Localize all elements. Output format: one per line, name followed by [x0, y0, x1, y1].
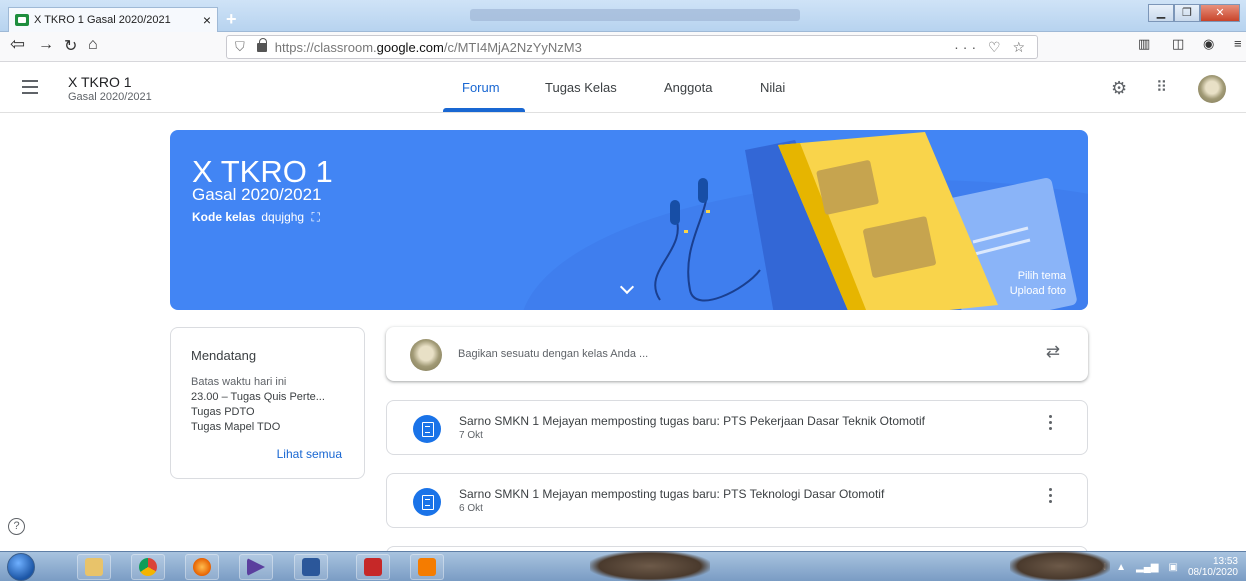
upcoming-item[interactable]: Tugas Mapel TDO [191, 421, 280, 433]
library-icon[interactable]: ▥ [1138, 36, 1150, 52]
upcoming-title: Mendatang [191, 348, 257, 363]
assignment-icon [413, 488, 441, 516]
select-theme-link[interactable]: Pilih tema [1018, 270, 1066, 282]
browser-nav-bar: ⇦ → ↻ ⌂ ⛉ https://classroom. google.com/c… [0, 32, 1246, 62]
gear-icon[interactable]: ⚙ [1111, 78, 1127, 99]
taskbar-word[interactable] [294, 554, 328, 580]
class-code-value: dqujghg [261, 210, 305, 224]
user-avatar [410, 339, 442, 371]
url-domain: google.com [376, 39, 444, 55]
upcoming-item[interactable]: Tugas PDTO [191, 406, 255, 418]
upcoming-item[interactable]: 23.00 – Tugas Quis Perte... [191, 391, 325, 403]
more-options-icon[interactable] [1049, 488, 1053, 506]
tab-nilai[interactable]: Nilai [760, 80, 785, 95]
forward-arrow-icon[interactable]: → [38, 36, 54, 54]
home-icon[interactable]: ⌂ [88, 36, 98, 54]
browser-tab-title: X TKRO 1 Gasal 2020/2021 [34, 14, 171, 26]
close-window-button[interactable]: ✕ [1200, 4, 1240, 22]
window-title [470, 9, 800, 21]
url-prefix: https://classroom. [274, 39, 377, 55]
fullscreen-code-icon[interactable]: ⛶ [311, 210, 319, 224]
due-today-label: Batas waktu hari ini [191, 376, 287, 388]
clock-date: 08/10/2020 [1187, 567, 1238, 578]
upcoming-card: Mendatang Batas waktu hari ini 23.00 – T… [170, 327, 365, 479]
user-avatar[interactable] [1198, 75, 1226, 103]
classroom-favicon-icon [15, 14, 29, 26]
tray-arrow-icon[interactable]: ▲ [1116, 562, 1126, 573]
taskbar-firefox[interactable] [185, 554, 219, 580]
browser-tab[interactable]: X TKRO 1 Gasal 2020/2021 × [8, 7, 218, 32]
apps-grid-icon[interactable]: ⠿ [1156, 78, 1167, 96]
tab-forum[interactable]: Forum [462, 80, 500, 95]
class-code: Kode kelas dqujghg ⛶ [192, 210, 320, 225]
start-button[interactable] [7, 553, 35, 581]
share-placeholder[interactable]: Bagikan sesuatu dengan kelas Anda ... [458, 348, 648, 360]
banner-subtitle: Gasal 2020/2021 [192, 185, 322, 204]
page-actions[interactable]: ··· ♡ ☆ [954, 39, 1029, 56]
taskbar-chrome[interactable] [131, 554, 165, 580]
maximize-button[interactable]: ❐ [1174, 4, 1200, 22]
reload-icon[interactable]: ↻ [64, 36, 77, 56]
clock-time: 13:53 [1212, 556, 1238, 567]
main-menu-icon[interactable] [22, 80, 38, 98]
more-options-icon[interactable] [1049, 415, 1053, 433]
clock[interactable]: 13:53 08/10/2020 [1188, 556, 1238, 578]
new-tab-icon[interactable]: + [226, 9, 237, 30]
system-tray: EN ▲ ▂▄▆ ▣ 13:53 08/10/2020 [1092, 556, 1238, 578]
assignment-icon [413, 415, 441, 443]
post-date: 7 Okt [459, 430, 483, 441]
share-box[interactable]: Bagikan sesuatu dengan kelas Anda ... ⇄ [386, 327, 1088, 381]
back-arrow-icon[interactable]: ⇦ [10, 34, 25, 55]
desktop-photo-fragment [1010, 551, 1110, 581]
taskbar-pdf[interactable] [356, 554, 390, 580]
shield-icon[interactable]: ⛉ [235, 39, 245, 55]
minimize-button[interactable]: ▁ [1148, 4, 1174, 22]
address-bar[interactable]: ⛉ https://classroom. google.com/c/MTI4MjA… [226, 35, 1038, 59]
tab-close-icon[interactable]: × [203, 12, 211, 28]
post-title[interactable]: Sarno SMKN 1 Mejayan memposting tugas ba… [459, 487, 884, 501]
repost-icon[interactable]: ⇄ [1046, 342, 1060, 362]
taskbar-explorer[interactable] [77, 554, 111, 580]
desktop-photo-fragment [590, 551, 710, 581]
window-controls: ▁ ❐ ✕ [1148, 4, 1240, 22]
tab-anggota[interactable]: Anggota [664, 80, 712, 95]
stream-post[interactable]: Sarno SMKN 1 Mejayan memposting tugas ba… [386, 400, 1088, 455]
browser-title-bar: X TKRO 1 Gasal 2020/2021 × + ▁ ❐ ✕ [0, 0, 1246, 32]
class-name[interactable]: X TKRO 1 [68, 74, 132, 90]
post-date: 6 Okt [459, 503, 483, 514]
taskbar-app[interactable] [410, 554, 444, 580]
sidebar-icon[interactable]: ◫ [1172, 36, 1184, 52]
classroom-header: X TKRO 1 Gasal 2020/2021 Forum Tugas Kel… [0, 63, 1246, 113]
taskbar-media[interactable] [239, 554, 273, 580]
post-title[interactable]: Sarno SMKN 1 Mejayan memposting tugas ba… [459, 414, 925, 428]
lock-icon[interactable] [256, 37, 267, 52]
stream-post[interactable]: Sarno SMKN 1 Mejayan memposting tugas ba… [386, 473, 1088, 528]
class-section: Gasal 2020/2021 [68, 91, 152, 103]
class-code-label: Kode kelas [192, 210, 256, 224]
help-icon[interactable]: ? [8, 518, 25, 535]
menu-icon[interactable]: ≡ [1234, 36, 1242, 51]
tab-tugas-kelas[interactable]: Tugas Kelas [545, 80, 617, 95]
class-banner: X TKRO 1 Gasal 2020/2021 Kode kelas dqujg… [170, 130, 1088, 310]
upload-photo-link[interactable]: Upload foto [1010, 285, 1066, 297]
network-icon[interactable]: ▂▄▆ [1136, 562, 1158, 573]
power-icon[interactable]: ▣ [1168, 562, 1177, 573]
account-icon[interactable]: ◉ [1203, 36, 1214, 52]
active-tab-indicator [443, 108, 525, 112]
url-path: /c/MTI4MjA2NzYyNzM3 [443, 39, 582, 55]
see-all-link[interactable]: Lihat semua [277, 447, 342, 461]
